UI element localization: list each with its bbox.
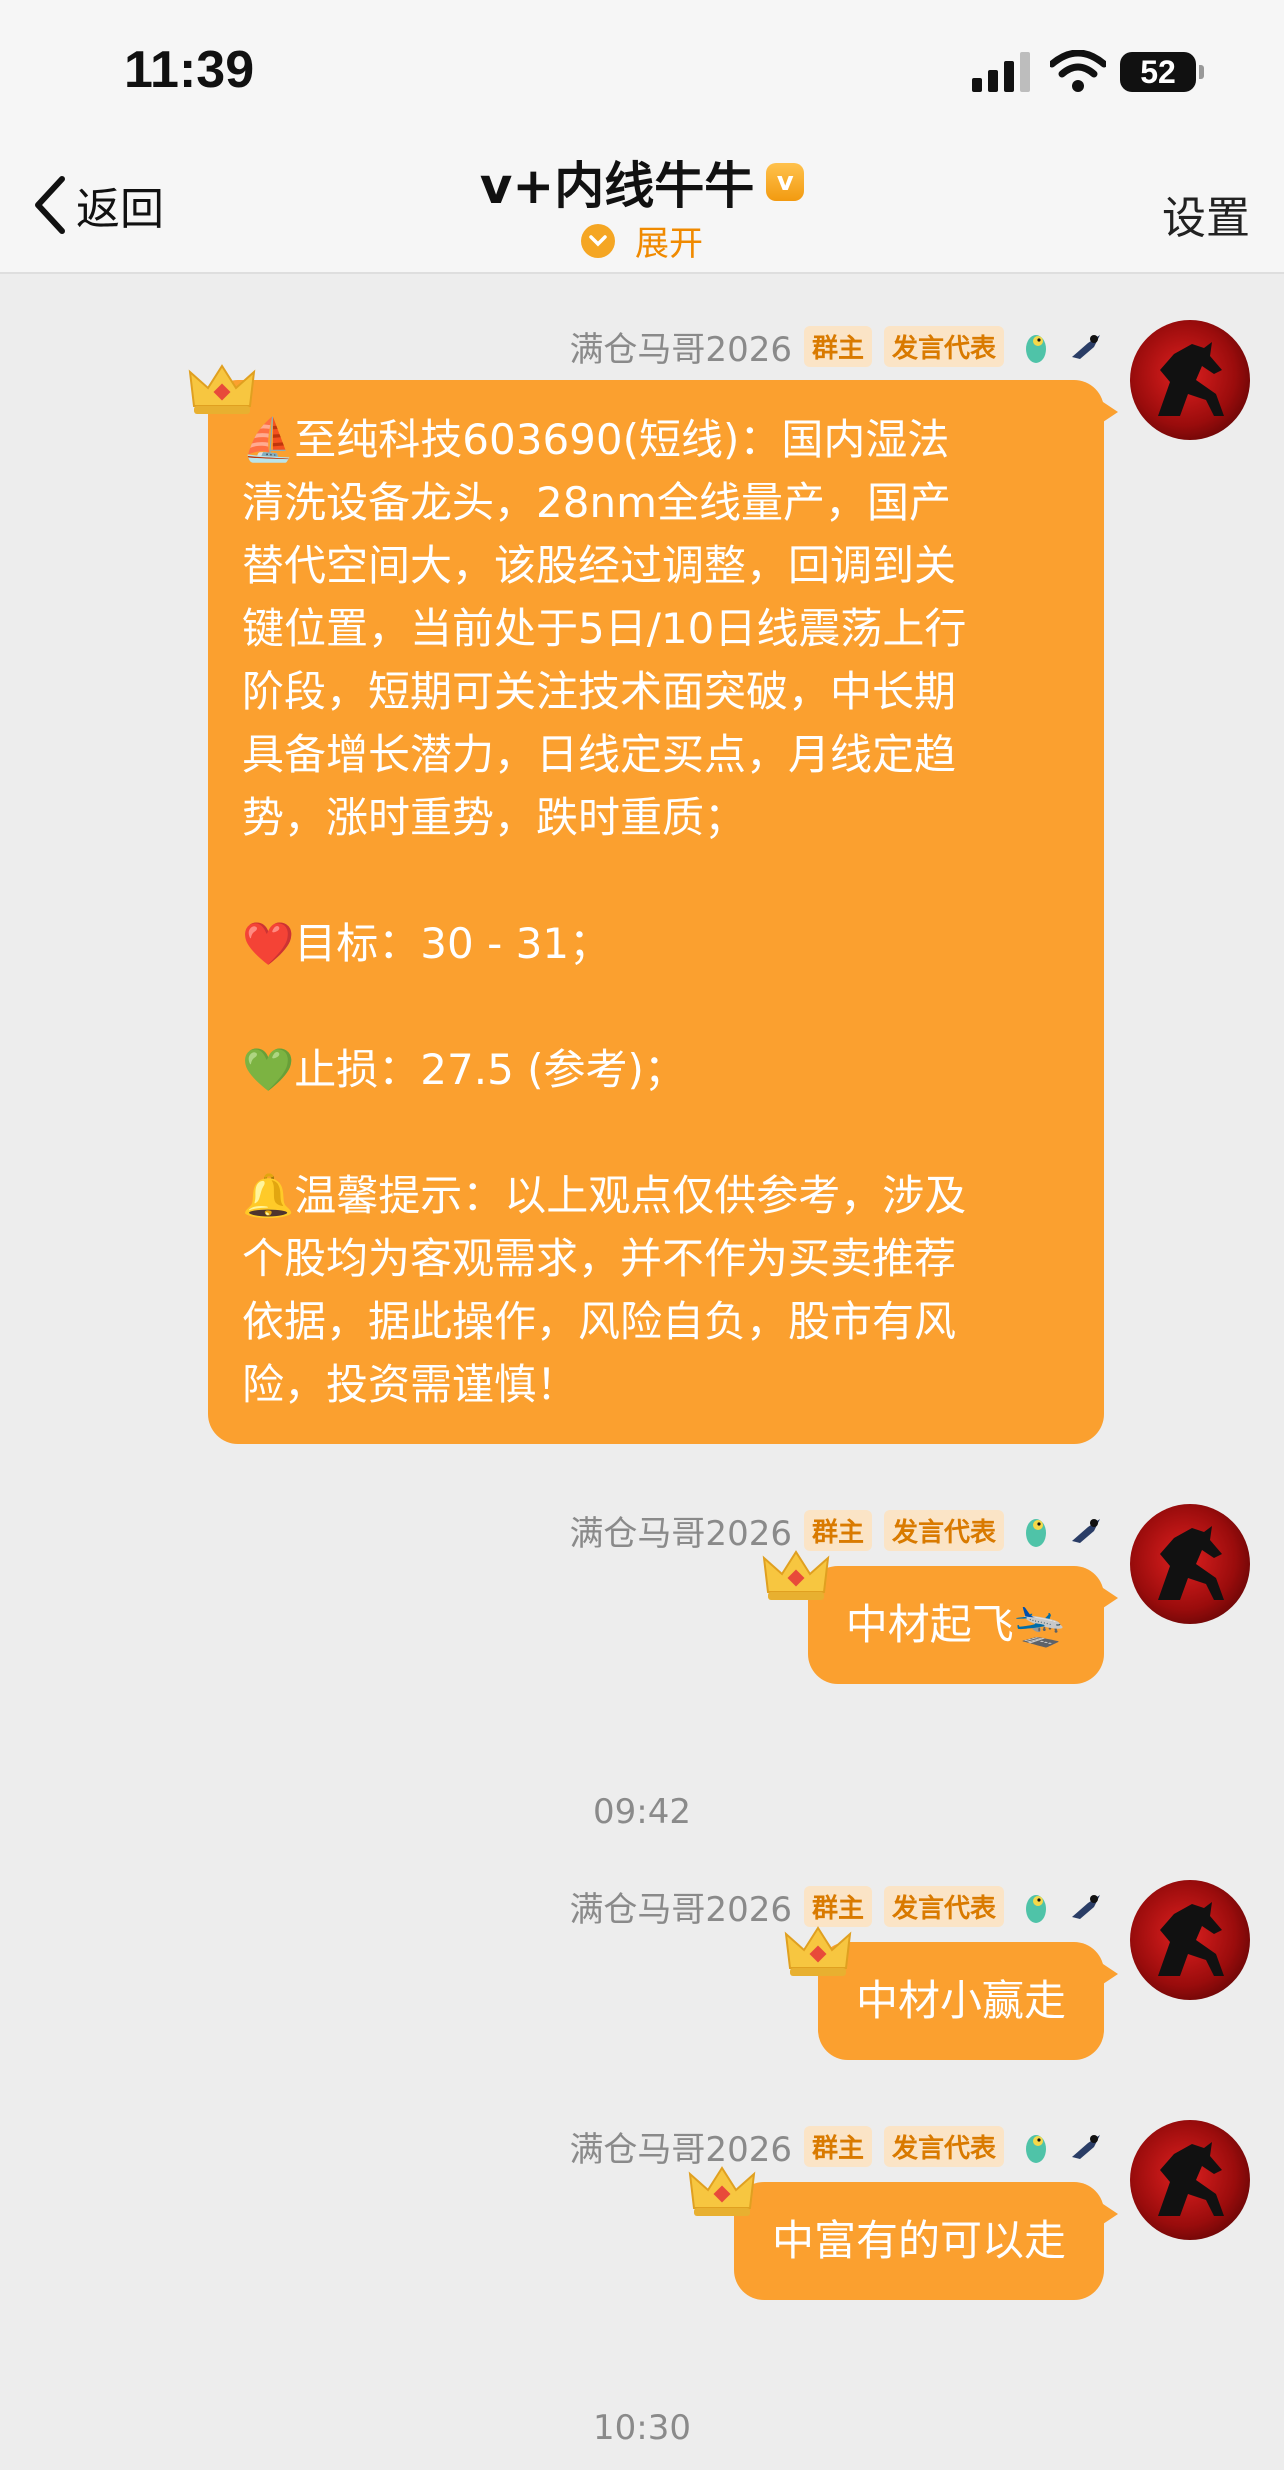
timestamp: 10:30: [593, 2408, 691, 2448]
horse-avatar: [1158, 1526, 1224, 1600]
message-line: 险，投资需谨慎！: [242, 1360, 579, 1409]
expand-label: 展开: [635, 224, 703, 264]
top-bar: 11:39 52 返回 v+内线牛牛 v 展开 设置: [0, 0, 1284, 274]
message-line: 依据，据此操作，风险自负，股市有风: [242, 1297, 957, 1346]
owner-tag: 群主: [803, 1886, 872, 1927]
parrot-icon: [1026, 334, 1046, 363]
crown-icon: [762, 1550, 830, 1600]
timestamp: 09:42: [593, 1792, 691, 1832]
magpie-icon: [1072, 2134, 1100, 2159]
settings-button[interactable]: 设置: [1162, 182, 1250, 246]
crown-icon: [188, 364, 256, 414]
representative-tag: 发言代表: [883, 2126, 1004, 2167]
sender-name[interactable]: 满仓马哥2026: [569, 322, 792, 371]
sender-name[interactable]: 满仓马哥2026: [569, 1506, 792, 1555]
message-bubble[interactable]: ⛵至纯科技603690(短线)：国内湿法 清洗设备龙头，28nm全线量产，国产 …: [208, 380, 1118, 1444]
message-line: [242, 975, 1068, 1038]
message-line: 清洗设备龙头，28nm全线量产，国产: [242, 478, 951, 527]
sender-avatar[interactable]: [1130, 2120, 1250, 2240]
representative-tag: 发言代表: [883, 1510, 1004, 1551]
horse-avatar: [1158, 342, 1224, 416]
verified-badge-icon: v: [766, 163, 805, 201]
parrot-icon: [1026, 1894, 1046, 1923]
parrot-icon: [1026, 1518, 1046, 1547]
sender-meta: 满仓马哥2026 群主 发言代表: [569, 1506, 1104, 1555]
chat-title-text: v+内线牛牛: [479, 157, 755, 215]
message-line: 键位置，当前处于5日/10日线震荡上行: [242, 604, 967, 653]
sender-avatar[interactable]: [1130, 1504, 1250, 1624]
message-line: [242, 849, 1068, 912]
chevron-down-icon: [581, 223, 615, 258]
signal-icon: [972, 52, 1030, 92]
chat-title-area[interactable]: v+内线牛牛 v: [0, 146, 1284, 218]
wifi-icon: [1050, 50, 1106, 92]
message-line: [242, 1101, 1068, 1164]
sender-avatar[interactable]: [1130, 320, 1250, 440]
expand-button[interactable]: 展开: [0, 216, 1284, 265]
message-line: ⛵至纯科技603690(短线)：国内湿法: [242, 415, 950, 464]
representative-tag: 发言代表: [883, 1886, 1004, 1927]
message-line: 阶段，短期可关注技术面突破，中长期: [242, 667, 957, 716]
owner-tag: 群主: [803, 1510, 872, 1551]
horse-avatar: [1158, 1902, 1224, 1976]
sender-meta: 满仓马哥2026 群主 发言代表: [569, 322, 1104, 371]
sender-name[interactable]: 满仓马哥2026: [569, 2122, 792, 2171]
owner-tag: 群主: [803, 326, 872, 367]
sender-avatar[interactable]: [1130, 1880, 1250, 2000]
magpie-icon: [1072, 334, 1100, 359]
message-line: 个股均为客观需求，并不作为买卖推荐: [242, 1234, 957, 1283]
message-line: 💚止损：27.5 (参考)；: [242, 1045, 686, 1094]
magpie-icon: [1072, 1518, 1100, 1543]
message-line: 势，涨时重势，跌时重质；: [242, 793, 747, 842]
sender-meta: 满仓马哥2026 群主 发言代表: [569, 2122, 1104, 2171]
status-time: 11:39: [124, 41, 255, 99]
representative-tag: 发言代表: [883, 326, 1004, 367]
parrot-icon: [1026, 2134, 1046, 2163]
message-line: 🔔温馨提示：以上观点仅供参考，涉及: [242, 1171, 967, 1220]
message-bubble[interactable]: 中富有的可以走: [733, 2182, 1119, 2300]
crown-icon: [688, 2166, 756, 2216]
message-line: 具备增长潜力，日线定买点，月线定趋: [242, 730, 957, 779]
horse-avatar: [1158, 2142, 1224, 2216]
owner-tag: 群主: [803, 2126, 872, 2167]
message-line: 替代空间大，该股经过调整，回调到关: [242, 541, 957, 590]
message-bubble[interactable]: 中材起飞🛬: [807, 1566, 1119, 1684]
battery-icon: 52: [1120, 52, 1204, 92]
chat-title: v+内线牛牛 v: [480, 146, 805, 218]
sender-name[interactable]: 满仓马哥2026: [569, 1882, 792, 1931]
message-line: ❤️目标：30 - 31；: [242, 919, 612, 968]
crown-icon: [784, 1926, 852, 1976]
message-bubble[interactable]: 中材小赢走: [817, 1942, 1119, 2060]
magpie-icon: [1072, 1894, 1100, 1919]
